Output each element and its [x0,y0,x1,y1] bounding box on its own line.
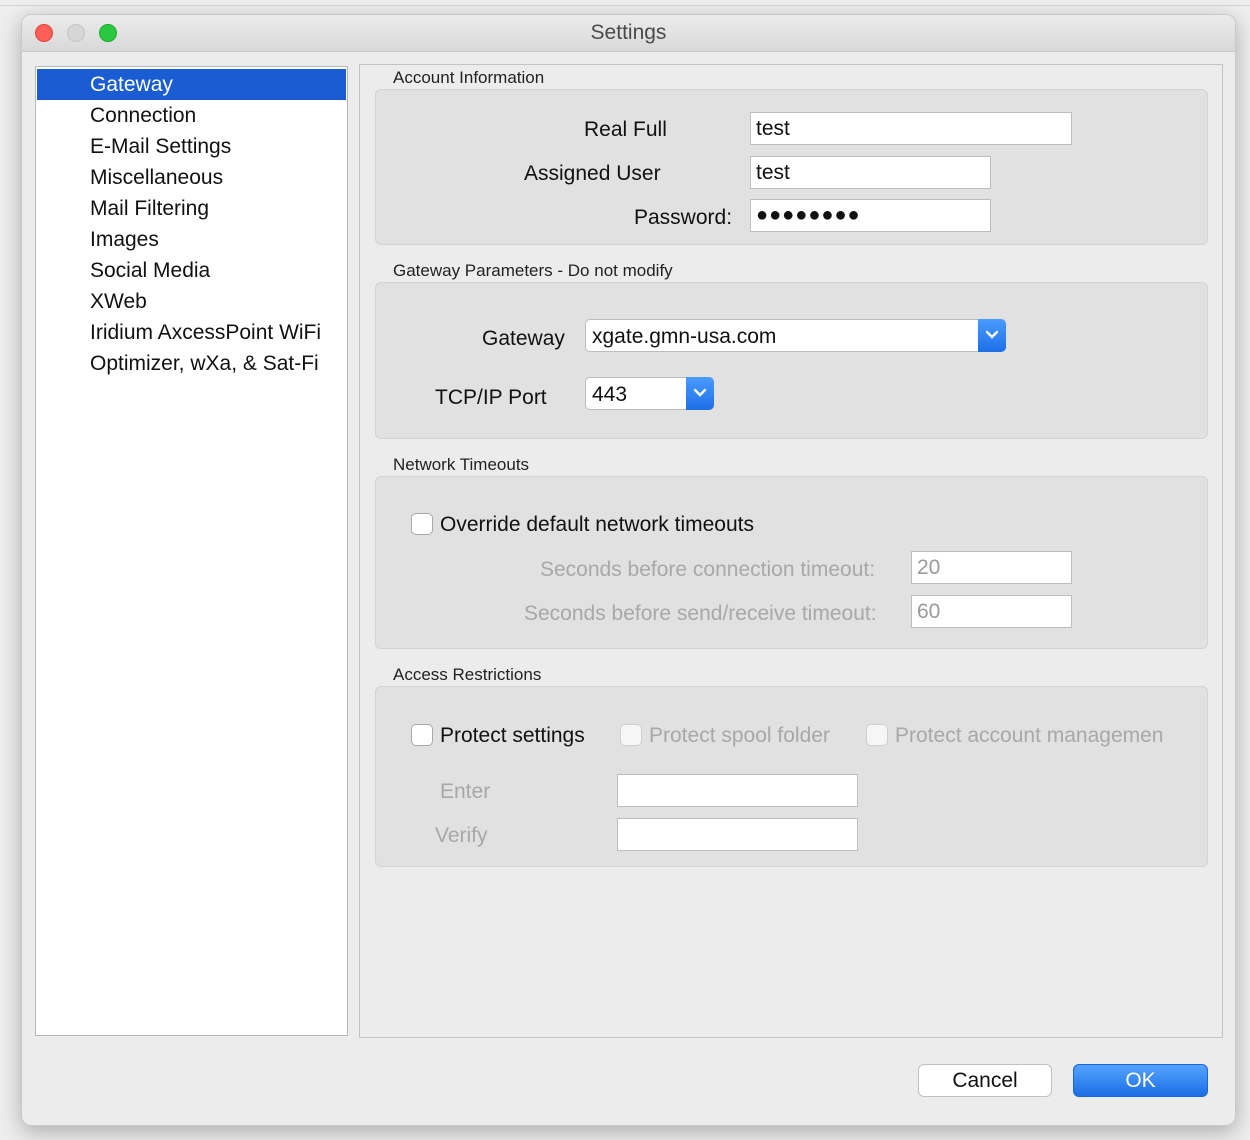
override-timeouts-checkbox[interactable] [411,513,433,535]
protect-spool-label: Protect spool folder [649,724,830,747]
tcp-ip-port-label: TCP/IP Port [435,386,547,409]
protect-spool-checkbox[interactable] [620,724,642,746]
chevron-down-icon [985,330,999,339]
tcp-ip-port-select[interactable]: 443 [585,377,714,410]
password-label: Password: [634,206,733,229]
gateway-select[interactable]: xgate.gmn-usa.com [585,319,1006,352]
protect-account-clip: Protect account managemen [895,724,1180,748]
cancel-button[interactable]: Cancel [918,1064,1052,1097]
enter-password-label: Enter [440,780,491,803]
protect-account-label: Protect account managemen [895,724,1164,747]
protect-account-checkbox[interactable] [866,724,888,746]
password-field[interactable]: ●●●●●●●● [750,199,991,232]
assigned-user-field[interactable]: test [750,156,991,189]
protect-settings-checkbox[interactable] [411,724,433,746]
gateway-select-value: xgate.gmn-usa.com [592,325,777,348]
gateway-dropdown-button[interactable] [978,319,1006,352]
assigned-user-label: Assigned User [524,162,661,185]
desktop-divider [0,5,1250,6]
real-full-field[interactable]: test [750,112,1072,145]
network-timeouts-group: Override default network timeouts Second… [375,476,1208,649]
sidebar-item-gateway[interactable]: Gateway [37,69,346,100]
sidebar-item-iridium-axcesspoint-wifi[interactable]: Iridium AxcessPoint WiFi [36,317,347,348]
gateway-parameters-group: Gateway xgate.gmn-usa.com TCP/IP Port 44… [375,282,1208,439]
protect-settings-label: Protect settings [440,724,585,747]
title-bar[interactable]: Settings [22,15,1235,52]
settings-sidebar: Gateway Connection E-Mail Settings Misce… [35,66,348,1036]
port-dropdown-button[interactable] [686,377,714,410]
sidebar-item-miscellaneous[interactable]: Miscellaneous [36,162,347,193]
ok-button[interactable]: OK [1073,1064,1208,1097]
access-restrictions-group: Protect settings Protect spool folder Pr… [375,686,1208,867]
sidebar-item-images[interactable]: Images [36,224,347,255]
override-timeouts-label: Override default network timeouts [440,513,754,536]
window-title: Settings [590,21,667,44]
connection-timeout-label: Seconds before connection timeout: [540,558,876,581]
chevron-down-icon [693,388,707,397]
enter-password-field[interactable] [617,774,858,807]
gateway-settings-panel: Account Information Real Full test Assig… [359,64,1223,1038]
account-information-group: Real Full test Assigned User test Passwo… [375,89,1208,245]
settings-window: Settings Gateway Connection E-Mail Setti… [21,14,1236,1126]
connection-timeout-field[interactable]: 20 [911,551,1072,584]
real-full-label: Real Full [584,118,667,141]
sidebar-item-xweb[interactable]: XWeb [36,286,347,317]
gateway-label: Gateway [482,327,565,350]
access-restrictions-heading: Access Restrictions [393,665,542,684]
sidebar-item-mail-filtering[interactable]: Mail Filtering [36,193,347,224]
tcp-ip-port-value: 443 [592,383,628,406]
sidebar-item-email-settings[interactable]: E-Mail Settings [36,131,347,162]
verify-password-field[interactable] [617,818,858,851]
sidebar-item-optimizer[interactable]: Optimizer, wXa, & Sat-Fi [36,348,347,379]
network-timeouts-heading: Network Timeouts [393,455,530,474]
sidebar-item-social-media[interactable]: Social Media [36,255,347,286]
sidebar-item-connection[interactable]: Connection [36,100,347,131]
sendrecv-timeout-field[interactable]: 60 [911,595,1072,628]
verify-password-label: Verify [435,824,488,847]
account-information-heading: Account Information [393,68,545,87]
sendrecv-timeout-label: Seconds before send/receive timeout: [524,602,877,625]
gateway-parameters-heading: Gateway Parameters - Do not modify [393,261,673,280]
